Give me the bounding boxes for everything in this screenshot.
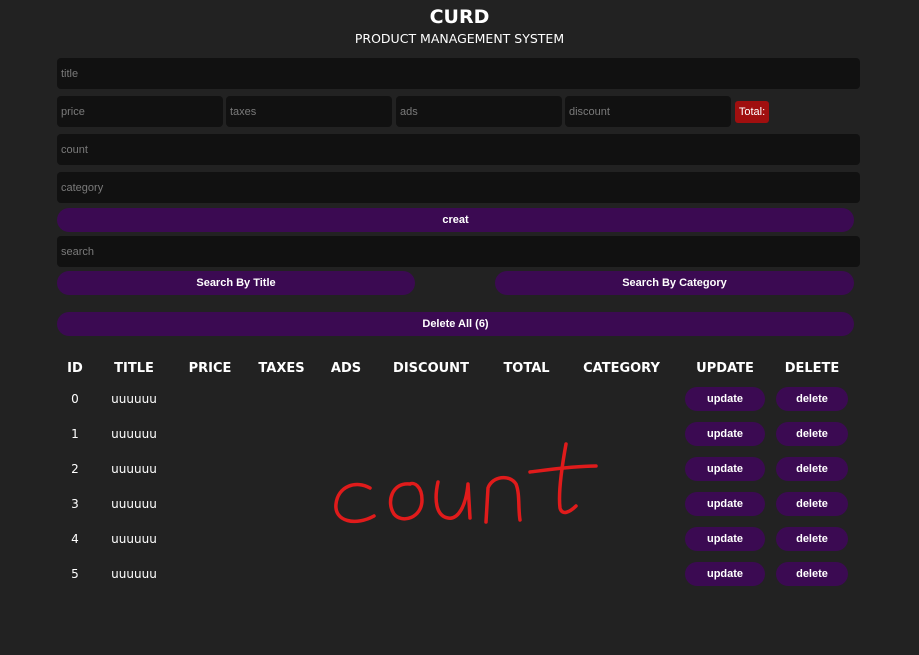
search-input[interactable] <box>57 236 860 267</box>
header-price: PRICE <box>188 360 232 376</box>
cell-title: uuuuuu <box>111 391 157 406</box>
cell-id: 5 <box>71 566 79 581</box>
cell-id: 4 <box>71 531 79 546</box>
cell-category <box>565 381 678 416</box>
count-input[interactable] <box>57 134 860 165</box>
cell-id: 2 <box>71 461 79 476</box>
cell-taxes <box>245 521 318 556</box>
header-taxes: TAXES <box>258 360 305 376</box>
delete-all-button[interactable]: Delete All (6) <box>57 312 854 336</box>
header-total: TOTAL <box>503 360 550 376</box>
app-subtitle: PRODUCT MANAGEMENT SYSTEM <box>354 31 565 46</box>
cell-title: uuuuuu <box>111 566 157 581</box>
cell-taxes <box>245 486 318 521</box>
price-input[interactable] <box>57 96 223 127</box>
update-button[interactable]: update <box>685 386 765 411</box>
header-discount: DISCOUNT <box>393 360 469 376</box>
delete-button[interactable]: delete <box>776 386 848 411</box>
header-update: UPDATE <box>696 360 754 376</box>
delete-button[interactable]: delete <box>776 456 848 481</box>
table-row: 0 uuuuuu update delete <box>57 381 852 416</box>
table-row: 5 uuuuuu update delete <box>57 556 852 591</box>
cell-discount <box>374 381 488 416</box>
header-category: CATEGORY <box>583 360 660 376</box>
cell-title: uuuuuu <box>111 426 157 441</box>
cell-total <box>488 556 565 591</box>
cell-price <box>175 451 245 486</box>
header-ads: ADS <box>330 360 362 376</box>
cell-taxes <box>245 451 318 486</box>
cell-price <box>175 521 245 556</box>
cell-taxes <box>245 381 318 416</box>
cell-ads <box>318 381 374 416</box>
update-button[interactable]: update <box>685 561 765 586</box>
cell-title: uuuuuu <box>111 496 157 511</box>
create-button[interactable]: creat <box>57 208 854 232</box>
header-id: ID <box>67 360 83 376</box>
handwritten-count-annotation <box>334 442 598 524</box>
cell-taxes <box>245 556 318 591</box>
title-input[interactable] <box>57 58 860 89</box>
delete-button[interactable]: delete <box>776 561 848 586</box>
ads-input[interactable] <box>396 96 562 127</box>
cell-id: 1 <box>71 426 79 441</box>
header-delete: DELETE <box>784 360 840 376</box>
delete-button[interactable]: delete <box>776 491 848 516</box>
cell-id: 3 <box>71 496 79 511</box>
header-title: TITLE <box>114 360 154 376</box>
category-input[interactable] <box>57 172 860 203</box>
search-by-category-button[interactable]: Search By Category <box>495 271 854 295</box>
table-header-row: ID TITLE PRICE TAXES ADS DISCOUNT TOTAL … <box>57 355 852 381</box>
cell-price <box>175 556 245 591</box>
delete-button[interactable]: delete <box>776 421 848 446</box>
cell-category <box>565 556 678 591</box>
cell-id: 0 <box>71 391 79 406</box>
cell-ads <box>318 556 374 591</box>
total-badge: Total: <box>735 101 769 123</box>
search-by-title-button[interactable]: Search By Title <box>57 271 415 295</box>
app-header: CURD PRODUCT MANAGEMENT SYSTEM <box>0 6 919 47</box>
update-button[interactable]: update <box>685 526 765 551</box>
delete-button[interactable]: delete <box>776 526 848 551</box>
taxes-input[interactable] <box>226 96 392 127</box>
cell-discount <box>374 556 488 591</box>
cell-taxes <box>245 416 318 451</box>
cell-price <box>175 381 245 416</box>
cell-price <box>175 486 245 521</box>
cell-total <box>488 381 565 416</box>
discount-input[interactable] <box>565 96 731 127</box>
update-button[interactable]: update <box>685 491 765 516</box>
cell-price <box>175 416 245 451</box>
update-button[interactable]: update <box>685 456 765 481</box>
app-title: CURD <box>429 6 490 28</box>
cell-title: uuuuuu <box>111 531 157 546</box>
cell-title: uuuuuu <box>111 461 157 476</box>
update-button[interactable]: update <box>685 421 765 446</box>
